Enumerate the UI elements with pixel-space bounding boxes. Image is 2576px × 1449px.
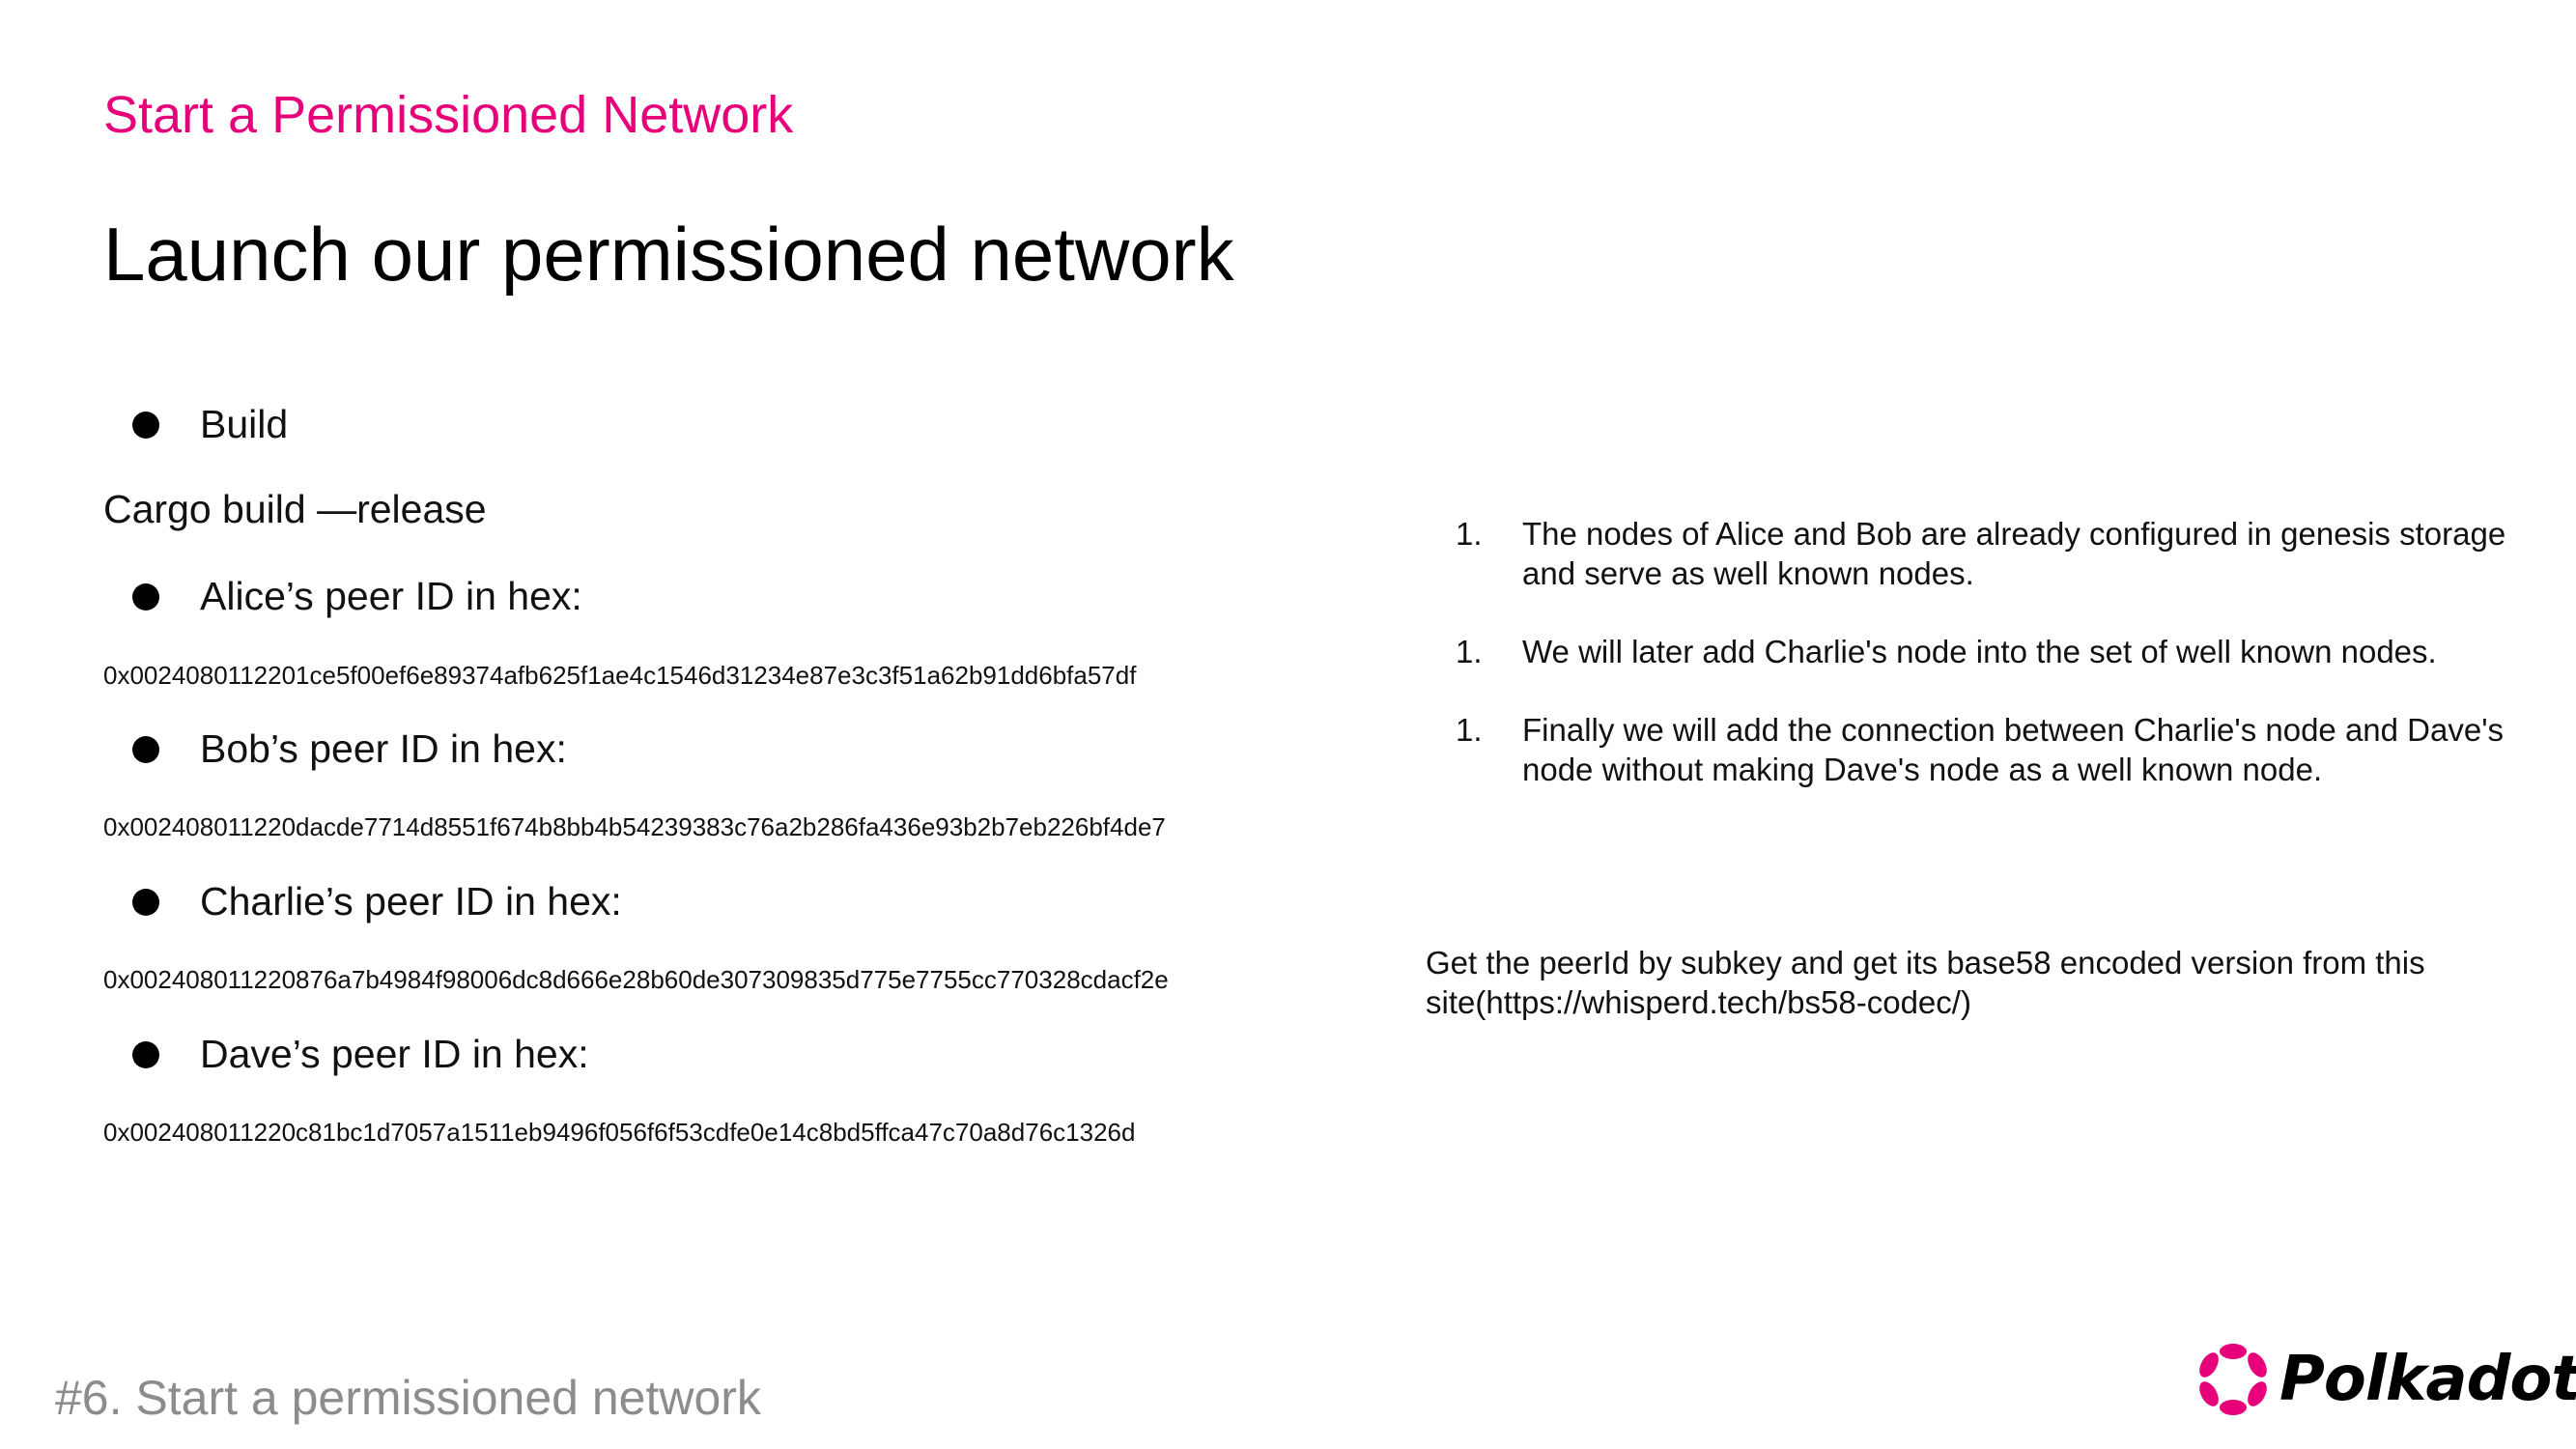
dave-peer-hex: 0x002408011220c81bc1d7057a1511eb9496f056… — [103, 1118, 1136, 1147]
bullet-dot-icon — [132, 582, 159, 611]
list-item: 1. The nodes of Alice and Bob are alread… — [1456, 514, 2528, 593]
list-item-text: We will later add Charlie's node into th… — [1522, 634, 2437, 669]
alice-peer-label: Alice’s peer ID in hex: — [200, 574, 582, 618]
peerid-note: Get the peerId by subkey and get its bas… — [1426, 945, 2425, 1020]
footer-label: #6. Start a permissioned network — [55, 1371, 761, 1425]
list-marker: 1. — [1456, 516, 1483, 552]
numbered-list: 1. The nodes of Alice and Bob are alread… — [1456, 514, 2528, 828]
bob-peer-label: Bob’s peer ID in hex: — [200, 726, 567, 771]
list-marker: 1. — [1456, 634, 1483, 669]
list-item-text: Finally we will add the connection betwe… — [1522, 712, 2505, 787]
bullet-charlie: Charlie’s peer ID in hex: — [132, 879, 622, 924]
build-command: Cargo build —release — [103, 487, 487, 531]
slide-title: Launch our permissioned network — [103, 212, 1234, 297]
list-item-text: The nodes of Alice and Bob are already c… — [1522, 516, 2506, 591]
bullet-dot-icon — [132, 1040, 159, 1068]
bullet-build: Build — [132, 402, 288, 447]
bullet-dave: Dave’s peer ID in hex: — [132, 1032, 589, 1077]
charlie-peer-label: Charlie’s peer ID in hex: — [200, 879, 622, 923]
list-item: 1. We will later add Charlie's node into… — [1456, 632, 2528, 671]
bullet-alice: Alice’s peer ID in hex: — [132, 574, 582, 619]
bob-peer-hex: 0x002408011220dacde7714d8551f674b8bb4b54… — [103, 812, 1166, 841]
list-marker: 1. — [1456, 712, 1483, 748]
bullet-dot-icon — [132, 735, 159, 763]
bullet-dot-icon — [132, 411, 159, 439]
section-label: Start a Permissioned Network — [103, 86, 794, 144]
alice-peer-hex: 0x0024080112201ce5f00ef6e89374afb625f1ae… — [103, 661, 1137, 690]
bullet-dot-icon — [132, 888, 159, 916]
list-item: 1. Finally we will add the connection be… — [1456, 710, 2528, 789]
bullet-bob: Bob’s peer ID in hex: — [132, 726, 567, 772]
dave-peer-label: Dave’s peer ID in hex: — [200, 1032, 589, 1076]
polkadot-logo-icon — [2199, 1344, 2267, 1415]
polkadot-logo: Polkadot — [2194, 1341, 2576, 1418]
build-label: Build — [200, 402, 289, 446]
charlie-peer-hex: 0x002408011220876a7b4984f98006dc8d666e28… — [103, 965, 1169, 994]
logo-wordmark: Polkadot — [2279, 1344, 2576, 1415]
